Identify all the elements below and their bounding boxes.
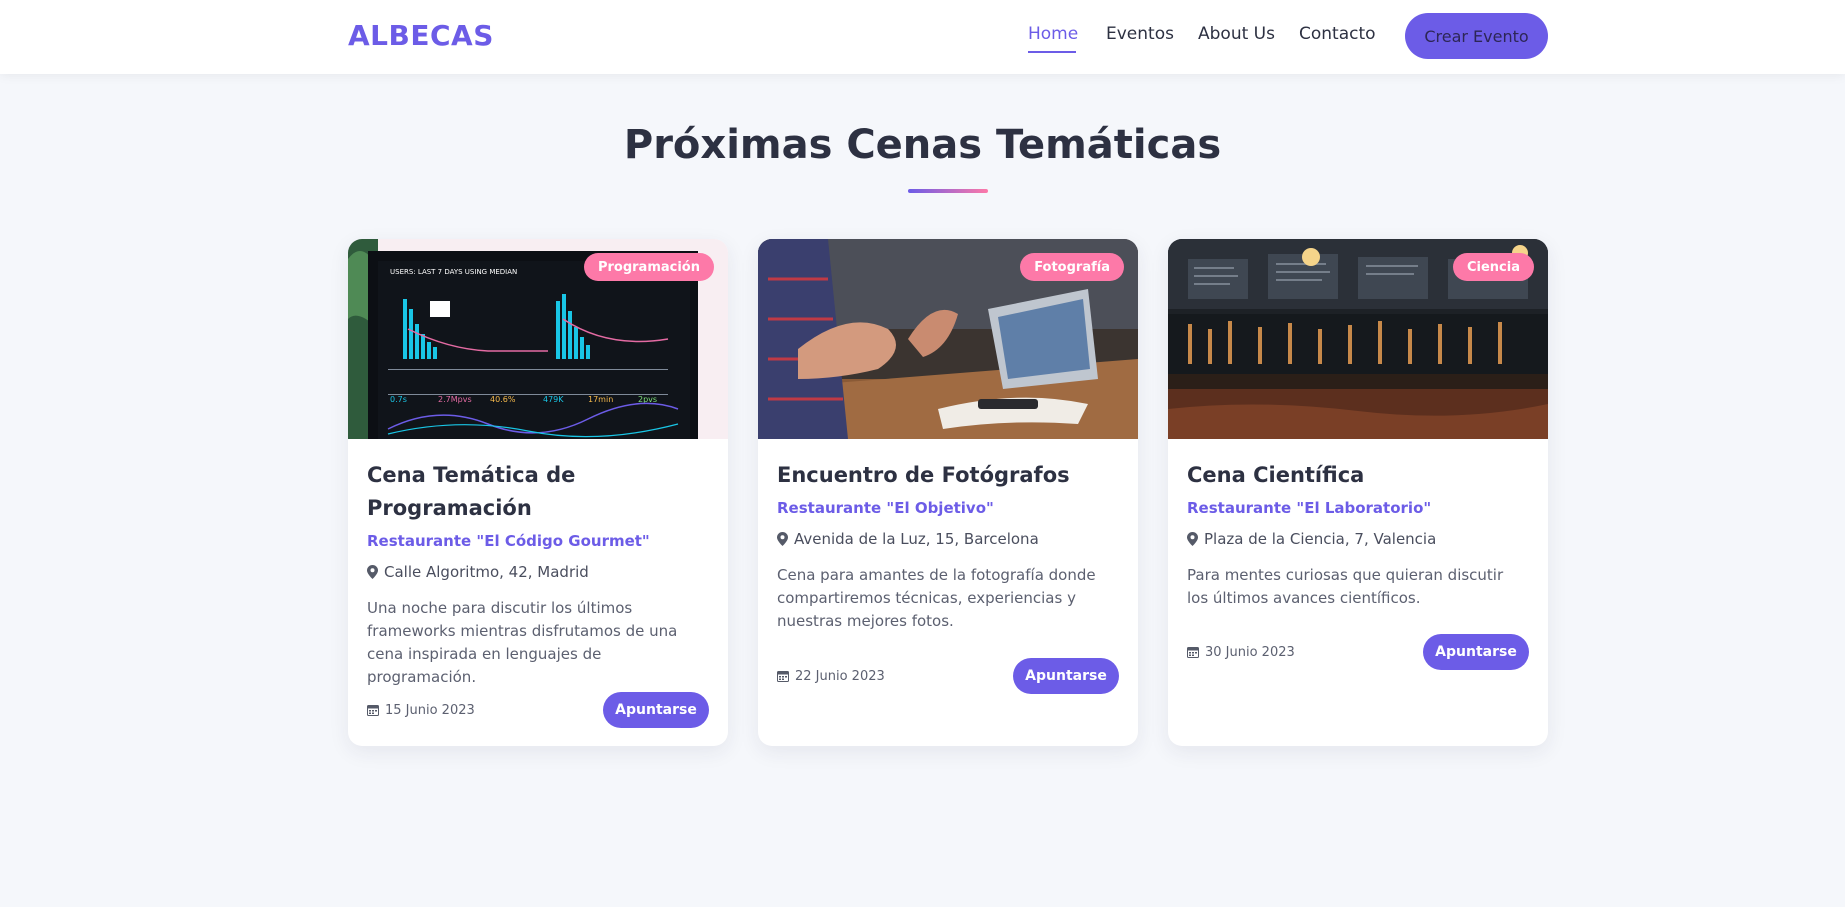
- svg-text:40.6%: 40.6%: [490, 395, 516, 404]
- nav-link-eventos[interactable]: Eventos: [1106, 24, 1174, 44]
- event-card-programacion[interactable]: USERS: LAST 7 DAYS USING MEDIAN 0.7s 2.7…: [348, 239, 728, 746]
- svg-text:2.7Mpvs: 2.7Mpvs: [438, 395, 472, 404]
- category-tag: Ciencia: [1452, 253, 1534, 281]
- map-pin-icon: [777, 532, 788, 546]
- event-date: 22 Junio 2023: [777, 669, 885, 684]
- title-underline: [908, 189, 988, 193]
- address-text: Calle Algoritmo, 42, Madrid: [384, 563, 589, 581]
- brand-logo[interactable]: ALBECAS: [348, 19, 494, 52]
- create-event-button[interactable]: Crear Evento: [1405, 13, 1548, 59]
- calendar-icon: [777, 671, 789, 682]
- event-description: Para mentes curiosas que quieran discuti…: [1187, 566, 1504, 607]
- restaurant-name: Restaurante "El Objetivo": [777, 499, 994, 517]
- event-description: Una noche para discutir los últimos fram…: [367, 599, 678, 686]
- nav-link-contacto[interactable]: Contacto: [1299, 24, 1376, 44]
- svg-text:0.7s: 0.7s: [390, 395, 407, 404]
- svg-text:479K: 479K: [543, 395, 564, 404]
- nav-link-home[interactable]: Home: [1028, 24, 1078, 44]
- restaurant-name: Restaurante "El Laboratorio": [1187, 499, 1432, 517]
- map-pin-icon: [1187, 532, 1198, 546]
- join-button[interactable]: Apuntarse: [603, 692, 709, 728]
- address-text: Plaza de la Ciencia, 7, Valencia: [1204, 530, 1437, 548]
- card-footer: 15 Junio 2023 Apuntarse: [367, 692, 709, 728]
- event-description: Cena para amantes de la fotografía donde…: [777, 566, 1096, 630]
- event-image-meeting: Fotografía: [758, 239, 1138, 439]
- date-text: 15 Junio 2023: [385, 702, 475, 718]
- event-title[interactable]: Cena Temática de Programación: [367, 459, 709, 525]
- date-text: 30 Junio 2023: [1205, 644, 1295, 660]
- nav-link-about-us[interactable]: About Us: [1198, 24, 1275, 44]
- category-tag: Fotografía: [1020, 253, 1124, 281]
- event-card-ciencia[interactable]: Ciencia Cena Científica Restaurante "El …: [1168, 239, 1548, 746]
- card-footer: 30 Junio 2023 Apuntarse: [1187, 634, 1529, 670]
- event-image-bar: Ciencia: [1168, 239, 1548, 439]
- restaurant-name: Restaurante "El Código Gourmet": [367, 532, 650, 550]
- event-date: 15 Junio 2023: [367, 703, 475, 718]
- event-date: 30 Junio 2023: [1187, 645, 1295, 660]
- calendar-icon: [367, 705, 379, 716]
- date-text: 22 Junio 2023: [795, 668, 885, 684]
- navbar: ALBECAS Home Eventos About Us Contacto C…: [0, 0, 1845, 74]
- svg-text:USERS: LAST 7 DAYS USING MEDIA: USERS: LAST 7 DAYS USING MEDIAN: [390, 268, 517, 276]
- event-title[interactable]: Encuentro de Fotógrafos: [777, 459, 1119, 492]
- event-address: Calle Algoritmo, 42, Madrid: [367, 559, 709, 585]
- event-card-fotografia[interactable]: Fotografía Encuentro de Fotógrafos Resta…: [758, 239, 1138, 746]
- join-button[interactable]: Apuntarse: [1013, 658, 1119, 694]
- event-title[interactable]: Cena Científica: [1187, 459, 1529, 492]
- calendar-icon: [1187, 647, 1199, 658]
- event-address: Avenida de la Luz, 15, Barcelona: [777, 526, 1119, 552]
- join-button[interactable]: Apuntarse: [1423, 634, 1529, 670]
- card-footer: 22 Junio 2023 Apuntarse: [777, 658, 1119, 694]
- category-tag: Programación: [583, 253, 714, 281]
- event-image-dashboard: USERS: LAST 7 DAYS USING MEDIAN 0.7s 2.7…: [348, 239, 728, 439]
- address-text: Avenida de la Luz, 15, Barcelona: [794, 530, 1039, 548]
- section-title: Próximas Cenas Temáticas: [623, 122, 1222, 168]
- active-nav-indicator: [1028, 51, 1076, 53]
- event-address: Plaza de la Ciencia, 7, Valencia: [1187, 526, 1529, 552]
- svg-text:17min: 17min: [588, 395, 613, 404]
- map-pin-icon: [367, 565, 378, 579]
